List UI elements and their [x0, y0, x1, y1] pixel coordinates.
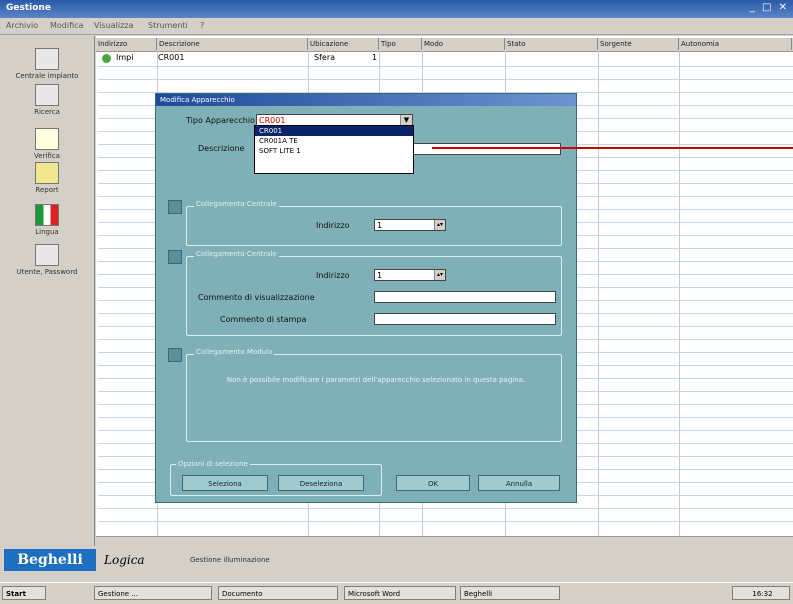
group2-checkbox[interactable] — [168, 250, 182, 264]
grid-row-line — [98, 79, 793, 80]
status-dot-icon — [102, 54, 111, 63]
row-type: 1 — [372, 53, 378, 62]
commento-stampa-label: Commento di stampa — [220, 315, 307, 324]
col-autonomia[interactable]: Autonomia — [679, 38, 792, 50]
tool-report[interactable]: Report — [0, 162, 94, 194]
window-title-bar: Gestione _ □ ✕ — [0, 0, 793, 18]
menu-strumenti[interactable]: Strumenti — [148, 21, 188, 30]
grid-row-line — [98, 521, 793, 522]
taskbar-item[interactable]: Documento — [218, 586, 338, 600]
menu-bar: Archivio Modifica Visualizza Strumenti ? — [0, 18, 793, 35]
callout-line — [432, 147, 793, 149]
tool-centrale[interactable]: Centrale impianto — [0, 48, 94, 80]
flag-icon — [35, 204, 59, 226]
taskbar-item[interactable]: Gestione ... — [94, 586, 212, 600]
horizontal-scrollbar[interactable] — [96, 536, 793, 549]
brand-tagline: Gestione illuminazione — [190, 556, 270, 564]
col-stato[interactable]: Stato — [505, 38, 598, 50]
grid-row-line — [98, 508, 793, 509]
spin-arrows-icon[interactable]: ▴▾ — [434, 270, 445, 280]
taskbar: Start Gestione ... Documento Microsoft W… — [0, 582, 793, 604]
tipo-select-value: CR001 — [259, 116, 286, 125]
col-ubicazione[interactable]: Ubicazione — [308, 38, 379, 50]
dropdown-option[interactable]: CR001A TE — [255, 136, 413, 146]
tool-label: Ricerca — [34, 108, 60, 116]
grp2-indirizzo-value: 1 — [377, 271, 383, 280]
select-button[interactable]: Seleziona — [182, 475, 268, 491]
user-icon — [35, 244, 59, 266]
grid-header: Indirizzo Descrizione Ubicazione Tipo Mo… — [96, 38, 793, 52]
table-row[interactable]: Impi CR001 Sfera 1 — [100, 53, 400, 65]
grp2-indirizzo-stepper[interactable]: 1 ▴▾ — [374, 269, 446, 281]
cancel-button[interactable]: Annulla — [478, 475, 560, 491]
window-controls[interactable]: _ □ ✕ — [750, 2, 789, 13]
spin-arrows-icon[interactable]: ▴▾ — [434, 220, 445, 230]
info-note: Non è possibile modificare i parametri d… — [226, 376, 526, 384]
col-descrizione[interactable]: Descrizione — [157, 38, 308, 50]
tool-label: Lingua — [35, 228, 59, 236]
tipo-label: Tipo Apparecchio — [186, 116, 255, 125]
group3-checkbox[interactable] — [168, 348, 182, 362]
grid-row-line — [98, 66, 793, 67]
grp1-indirizzo-value: 1 — [377, 221, 383, 230]
tool-verifica[interactable]: Verifica — [0, 128, 94, 160]
grid-col-line — [598, 51, 599, 541]
tool-label: Verifica — [34, 152, 60, 160]
search-icon — [35, 84, 59, 106]
window-title: Gestione — [6, 3, 51, 13]
menu-visualizza[interactable]: Visualizza — [94, 21, 133, 30]
grp1-indirizzo-label: Indirizzo — [316, 221, 350, 230]
col-indirizzo[interactable]: Indirizzo — [96, 38, 157, 50]
start-button[interactable]: Start — [2, 586, 46, 600]
chart-icon — [35, 128, 59, 150]
table-icon — [35, 162, 59, 184]
ok-button[interactable]: OK — [396, 475, 470, 491]
product-logo: Logica — [104, 553, 145, 567]
commento-visual-label: Commento di visualizzazione — [198, 293, 315, 302]
tool-ricerca[interactable]: Ricerca — [0, 84, 94, 116]
commento-visual-field[interactable] — [374, 291, 556, 303]
group3-title: Collegamento Modulo — [194, 348, 275, 356]
dropdown-option[interactable]: SOFT LITE 1 — [255, 146, 413, 156]
tool-label: Centrale impianto — [15, 72, 79, 80]
group2-title: Collegamento Centrale — [194, 250, 279, 258]
col-modo[interactable]: Modo — [422, 38, 505, 50]
descrizione-label: Descrizione — [198, 144, 245, 153]
menu-help[interactable]: ? — [200, 21, 204, 30]
group3-box — [186, 354, 562, 442]
row-description: CR001 — [158, 53, 185, 62]
selection-group-title: Opzioni di selezione — [176, 460, 250, 468]
tipo-dropdown-list[interactable]: CR001 CR001A TE SOFT LITE 1 — [254, 125, 414, 174]
commento-stampa-field[interactable] — [374, 313, 556, 325]
row-location: Sfera — [314, 53, 336, 62]
group1-title: Collegamento Centrale — [194, 200, 279, 208]
dialog-title: Modifica Apparecchio — [156, 94, 576, 106]
dropdown-option[interactable]: CR001 — [255, 126, 413, 136]
grp1-indirizzo-stepper[interactable]: 1 ▴▾ — [374, 219, 446, 231]
tool-label: Utente, Password — [16, 268, 78, 276]
grp2-indirizzo-label: Indirizzo — [316, 271, 350, 280]
tool-label: Report — [35, 186, 59, 194]
row-address: Impi — [116, 53, 134, 62]
group1-checkbox[interactable] — [168, 200, 182, 214]
left-toolbar: Centrale impianto Ricerca Verifica Repor… — [0, 36, 95, 546]
deselect-button[interactable]: Deseleziona — [278, 475, 364, 491]
menu-modifica[interactable]: Modifica — [50, 21, 83, 30]
col-tipo[interactable]: Tipo — [379, 38, 422, 50]
tool-utente[interactable]: Utente, Password — [0, 244, 94, 276]
clock: 16:32 — [732, 586, 790, 600]
tool-lingua[interactable]: Lingua — [0, 204, 94, 236]
taskbar-item[interactable]: Microsoft Word — [344, 586, 456, 600]
grid-col-line — [679, 51, 680, 541]
building-icon — [35, 48, 59, 70]
brand-logo: Beghelli — [4, 549, 96, 571]
col-sorgente[interactable]: Sorgente — [598, 38, 679, 50]
menu-archivio[interactable]: Archivio — [6, 21, 38, 30]
taskbar-item[interactable]: Beghelli — [460, 586, 560, 600]
